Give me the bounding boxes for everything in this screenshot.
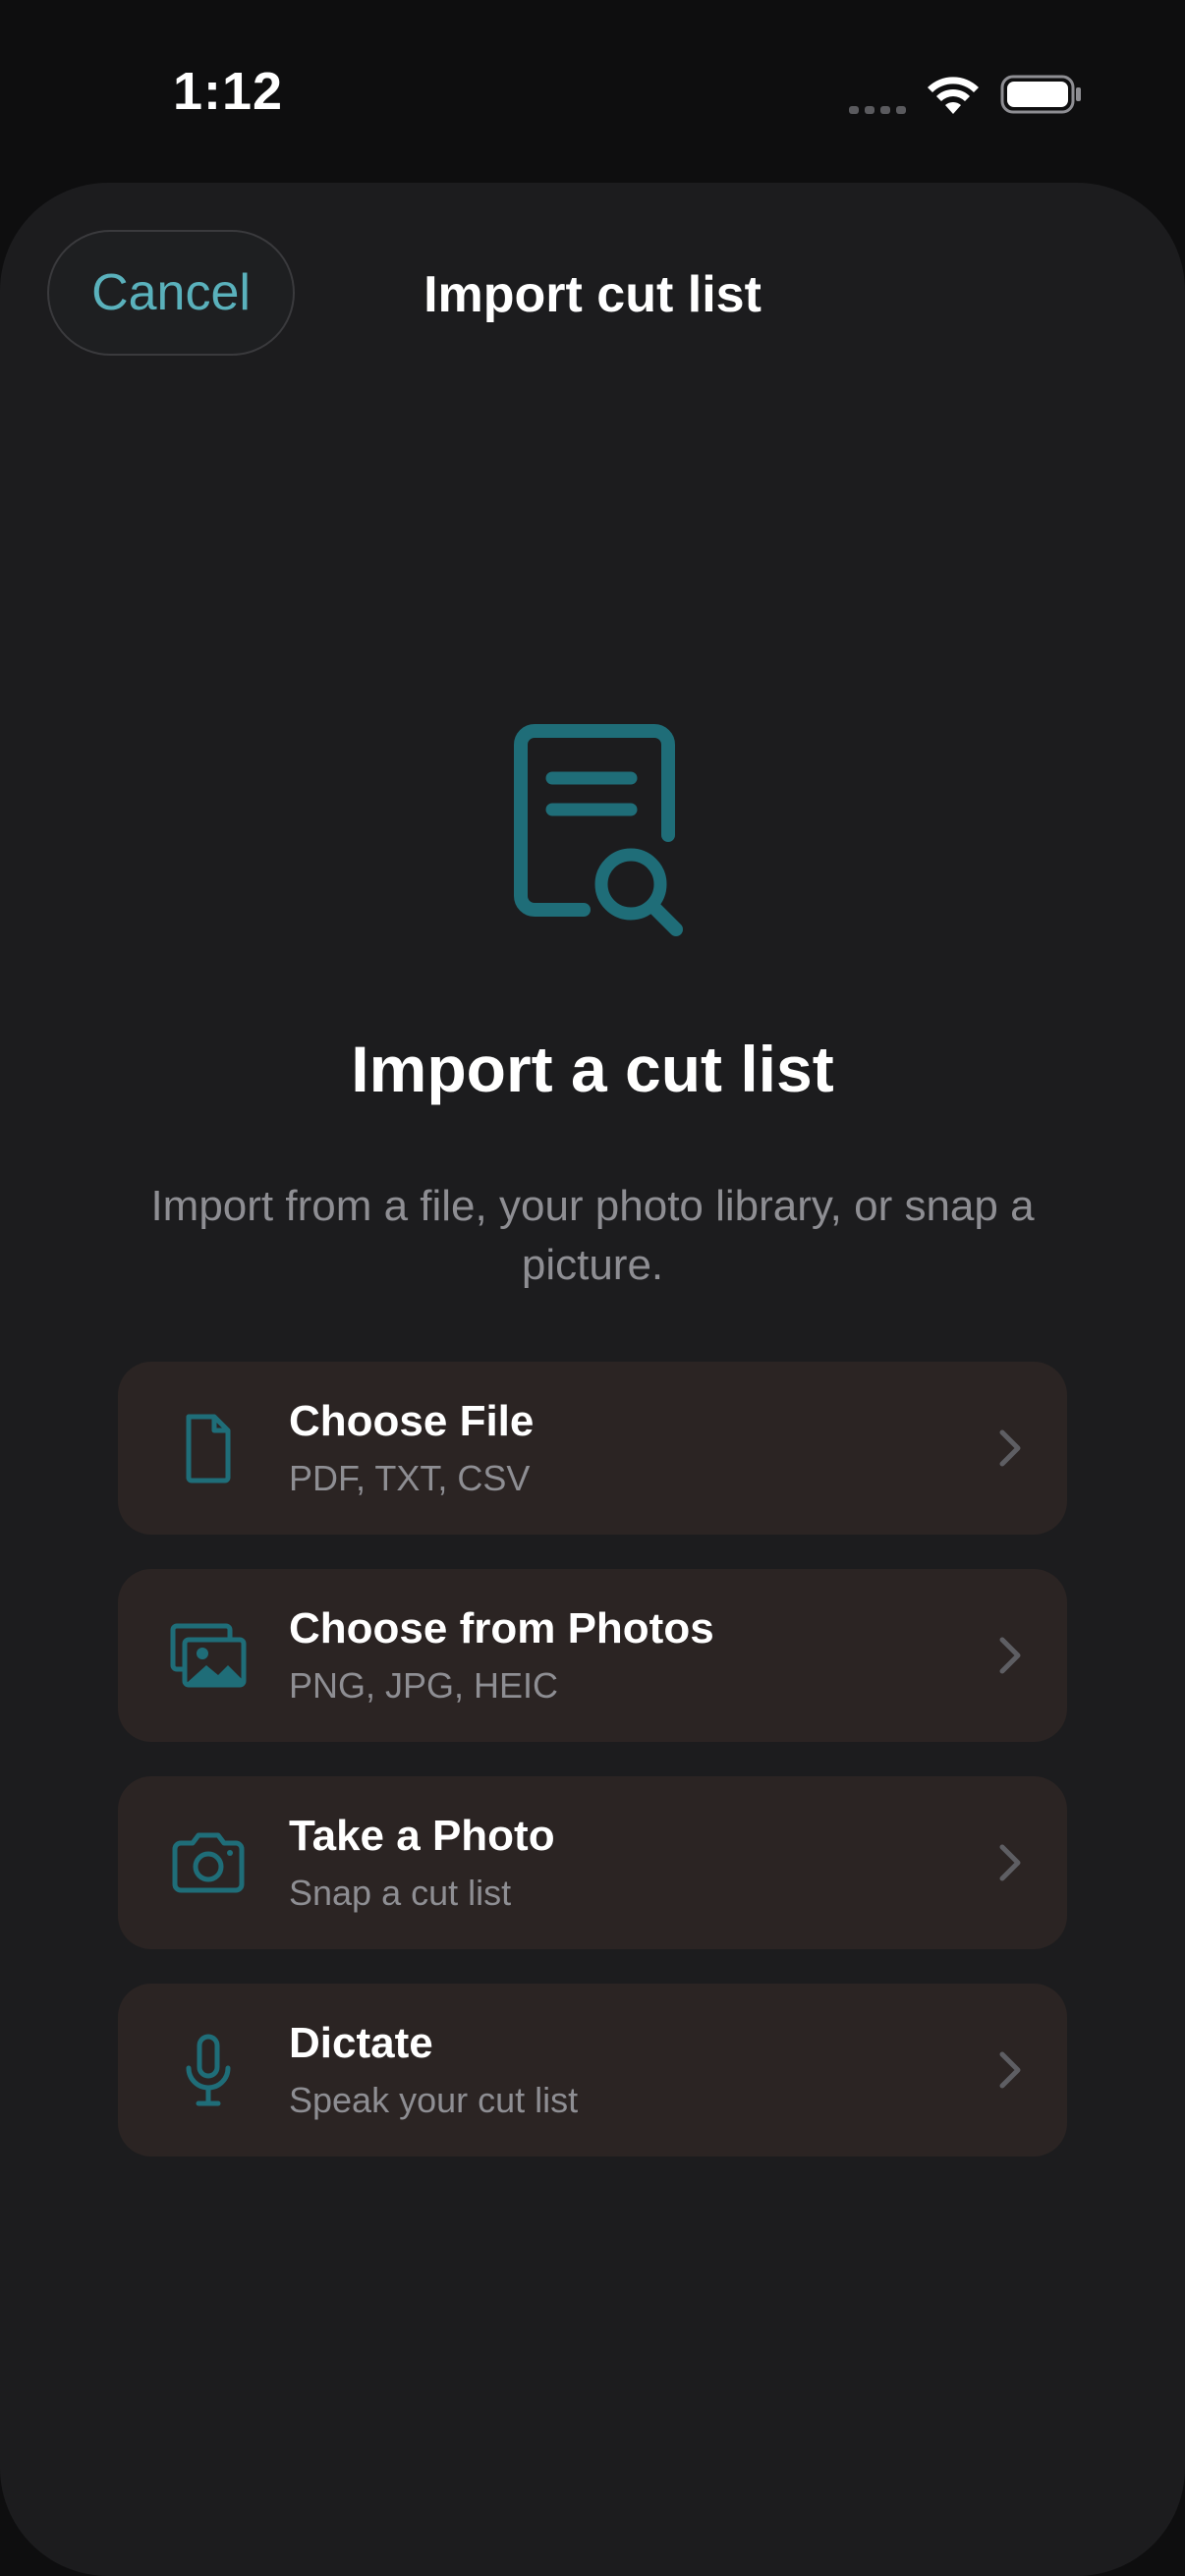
option-title: Take a Photo	[289, 1812, 555, 1860]
choose-photos-option[interactable]: Choose from Photos PNG, JPG, HEIC	[118, 1569, 1067, 1742]
take-photo-option[interactable]: Take a Photo Snap a cut list	[118, 1776, 1067, 1949]
option-subtitle: PNG, JPG, HEIC	[289, 1665, 559, 1706]
import-options-list: Choose File PDF, TXT, CSV Choose from Ph…	[118, 1362, 1067, 2191]
photos-icon	[170, 1623, 247, 1688]
status-bar: 1:12	[0, 0, 1185, 183]
option-subtitle: PDF, TXT, CSV	[289, 1458, 531, 1498]
option-subtitle: Snap a cut list	[289, 1873, 512, 1913]
heading: Import a cut list	[351, 1033, 834, 1105]
document-search-icon	[514, 724, 683, 936]
option-subtitle: Speak your cut list	[289, 2080, 579, 2120]
choose-file-option[interactable]: Choose File PDF, TXT, CSV	[118, 1362, 1067, 1535]
chevron-right-icon	[999, 1844, 1021, 1881]
cellular-signal-icon	[849, 106, 906, 114]
option-title: Dictate	[289, 2019, 433, 2067]
wifi-icon	[928, 77, 979, 114]
status-time: 1:12	[173, 62, 284, 121]
screen: 1:12 Cancel Import cut list Import a cut…	[0, 0, 1185, 2576]
sheet-title: Import cut list	[423, 266, 762, 323]
option-title: Choose from Photos	[289, 1604, 714, 1652]
description: Import from a file, your photo library, …	[150, 1182, 1035, 1289]
camera-icon	[172, 1832, 245, 1893]
chevron-right-icon	[999, 1429, 1021, 1467]
battery-icon	[1000, 75, 1081, 114]
chevron-right-icon	[999, 1637, 1021, 1674]
dictate-option[interactable]: Dictate Speak your cut list	[118, 1984, 1067, 2156]
chevron-right-icon	[999, 2051, 1021, 2089]
option-title: Choose File	[289, 1397, 535, 1445]
microphone-icon	[186, 2034, 231, 2106]
file-icon	[186, 1414, 231, 1484]
